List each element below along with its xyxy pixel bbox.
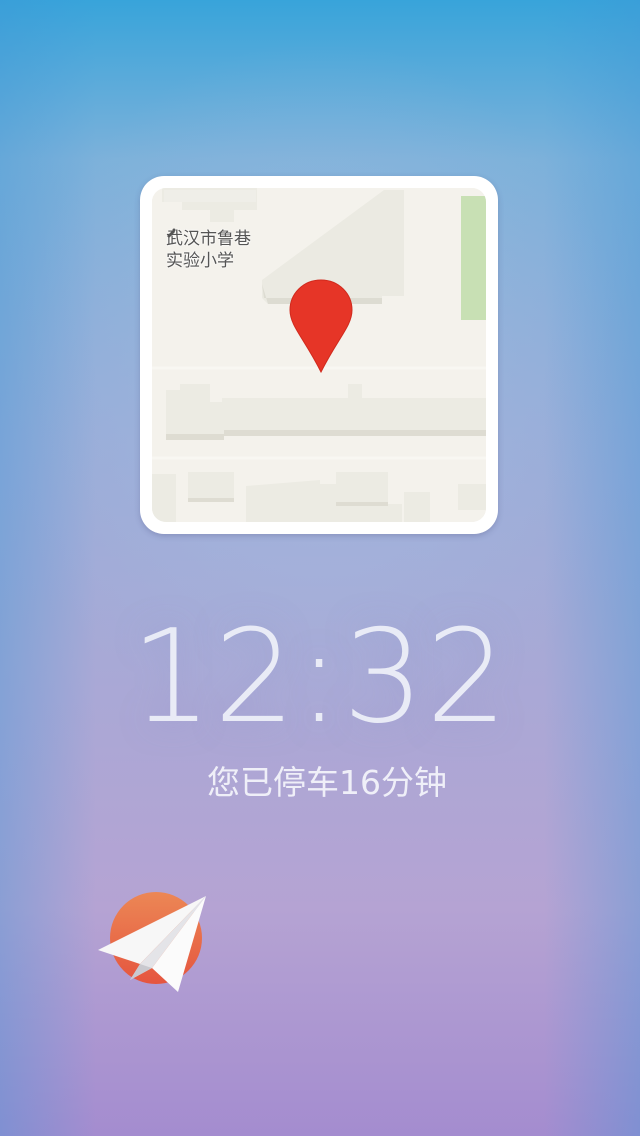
clock-time: 12:32: [130, 603, 510, 752]
paper-plane-button[interactable]: [96, 888, 212, 998]
parking-duration-text: 您已停车16分钟: [207, 763, 447, 802]
parking-map-card[interactable]: 武汉市鲁巷 实验小学: [140, 176, 498, 534]
poi-label-line1: 武汉市鲁巷: [166, 229, 251, 249]
map-view[interactable]: 武汉市鲁巷 实验小学: [152, 188, 486, 522]
poi-label-line2: 实验小学: [166, 251, 234, 271]
school-poi-icon: [167, 228, 176, 238]
lock-screen: 武汉市鲁巷 实验小学 12:32 您已停车16分钟: [0, 0, 640, 1136]
paper-plane-icon: [98, 892, 206, 992]
poi-label: 武汉市鲁巷 实验小学: [166, 228, 251, 272]
